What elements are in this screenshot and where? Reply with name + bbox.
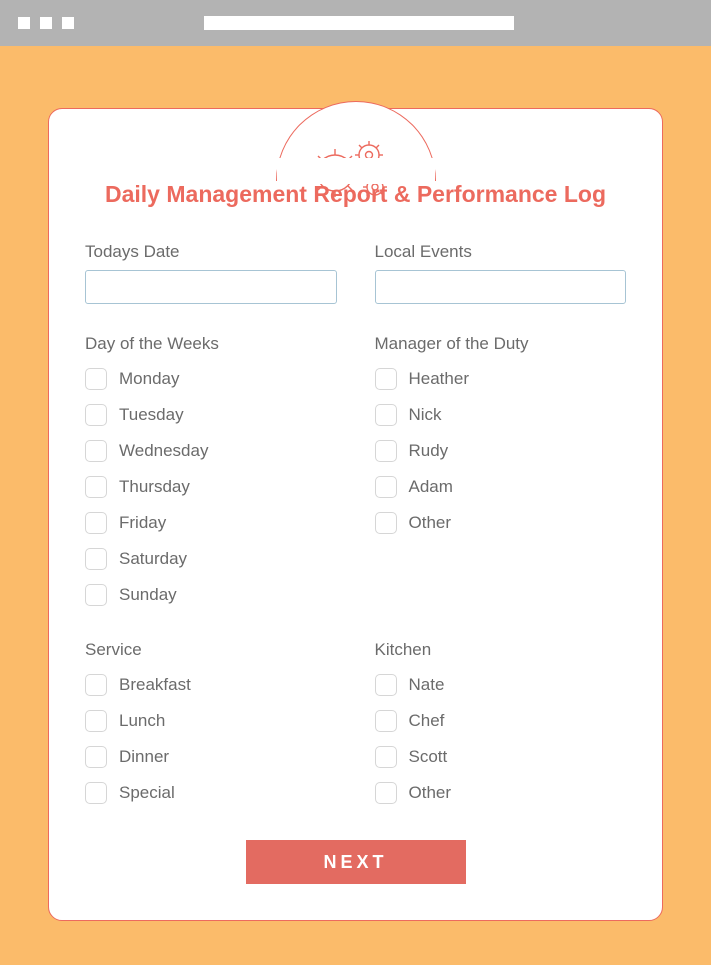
list-item: Breakfast [85, 674, 337, 696]
kitchen-label-chef: Chef [409, 711, 445, 731]
list-item: Other [375, 512, 627, 534]
page-background: Daily Management Report & Performance Lo… [0, 46, 711, 965]
manager-checkbox-adam[interactable] [375, 476, 397, 498]
section-kitchen: Kitchen Nate Chef Scott Other [375, 640, 627, 830]
section-manager: Manager of the Duty Heather Nick Rudy Adam O… [375, 334, 627, 632]
kitchen-checkbox-chef[interactable] [375, 710, 397, 732]
service-label: Service [85, 640, 337, 660]
list-item: Sunday [85, 584, 337, 606]
list-item: Friday [85, 512, 337, 534]
service-checkbox-dinner[interactable] [85, 746, 107, 768]
next-button[interactable]: NEXT [246, 840, 466, 884]
manager-label-heather: Heather [409, 369, 469, 389]
day-label-monday: Monday [119, 369, 179, 389]
window-dot[interactable] [40, 17, 52, 29]
day-checkbox-tuesday[interactable] [85, 404, 107, 426]
day-label-friday: Friday [119, 513, 166, 533]
manager-checkbox-nick[interactable] [375, 404, 397, 426]
manager-label: Manager of the Duty [375, 334, 627, 354]
form-card: Daily Management Report & Performance Lo… [48, 108, 663, 921]
kitchen-checkbox-scott[interactable] [375, 746, 397, 768]
local-events-input[interactable] [375, 270, 627, 304]
kitchen-label-other: Other [409, 783, 452, 803]
list-item: Special [85, 782, 337, 804]
day-label-thursday: Thursday [119, 477, 190, 497]
window-dot[interactable] [18, 17, 30, 29]
local-events-label: Local Events [375, 242, 627, 262]
field-todays-date: Todays Date [85, 242, 337, 326]
manager-label-adam: Adam [409, 477, 453, 497]
manager-checkbox-heather[interactable] [375, 368, 397, 390]
kitchen-checkbox-other[interactable] [375, 782, 397, 804]
service-label-dinner: Dinner [119, 747, 169, 767]
section-days: Day of the Weeks Monday Tuesday Wednesday T… [85, 334, 337, 632]
kitchen-label: Kitchen [375, 640, 627, 660]
list-item: Dinner [85, 746, 337, 768]
day-checkbox-wednesday[interactable] [85, 440, 107, 462]
list-item: Monday [85, 368, 337, 390]
manager-checkbox-other[interactable] [375, 512, 397, 534]
window-controls [18, 17, 74, 29]
header-bump-mask [277, 158, 435, 184]
manager-label-rudy: Rudy [409, 441, 449, 461]
kitchen-label-scott: Scott [409, 747, 448, 767]
day-label-tuesday: Tuesday [119, 405, 184, 425]
service-label-breakfast: Breakfast [119, 675, 191, 695]
day-checkbox-friday[interactable] [85, 512, 107, 534]
manager-label-other: Other [409, 513, 452, 533]
day-checkbox-sunday[interactable] [85, 584, 107, 606]
window-dot[interactable] [62, 17, 74, 29]
kitchen-label-nate: Nate [409, 675, 445, 695]
manager-checkbox-rudy[interactable] [375, 440, 397, 462]
list-item: Adam [375, 476, 627, 498]
list-item: Other [375, 782, 627, 804]
list-item: Rudy [375, 440, 627, 462]
list-item: Saturday [85, 548, 337, 570]
service-label-lunch: Lunch [119, 711, 165, 731]
list-item: Thursday [85, 476, 337, 498]
browser-chrome [0, 0, 711, 46]
url-bar[interactable] [204, 16, 514, 30]
todays-date-input[interactable] [85, 270, 337, 304]
service-checkbox-lunch[interactable] [85, 710, 107, 732]
list-item: Heather [375, 368, 627, 390]
days-label: Day of the Weeks [85, 334, 337, 354]
day-label-saturday: Saturday [119, 549, 187, 569]
section-service: Service Breakfast Lunch Dinner Special [85, 640, 337, 830]
service-label-special: Special [119, 783, 175, 803]
service-checkbox-special[interactable] [85, 782, 107, 804]
list-item: Lunch [85, 710, 337, 732]
list-item: Nick [375, 404, 627, 426]
day-checkbox-monday[interactable] [85, 368, 107, 390]
field-local-events: Local Events [375, 242, 627, 326]
list-item: Chef [375, 710, 627, 732]
list-item: Wednesday [85, 440, 337, 462]
kitchen-checkbox-nate[interactable] [375, 674, 397, 696]
list-item: Tuesday [85, 404, 337, 426]
todays-date-label: Todays Date [85, 242, 337, 262]
list-item: Nate [375, 674, 627, 696]
day-checkbox-thursday[interactable] [85, 476, 107, 498]
day-checkbox-saturday[interactable] [85, 548, 107, 570]
service-checkbox-breakfast[interactable] [85, 674, 107, 696]
day-label-wednesday: Wednesday [119, 441, 208, 461]
manager-label-nick: Nick [409, 405, 442, 425]
list-item: Scott [375, 746, 627, 768]
day-label-sunday: Sunday [119, 585, 177, 605]
